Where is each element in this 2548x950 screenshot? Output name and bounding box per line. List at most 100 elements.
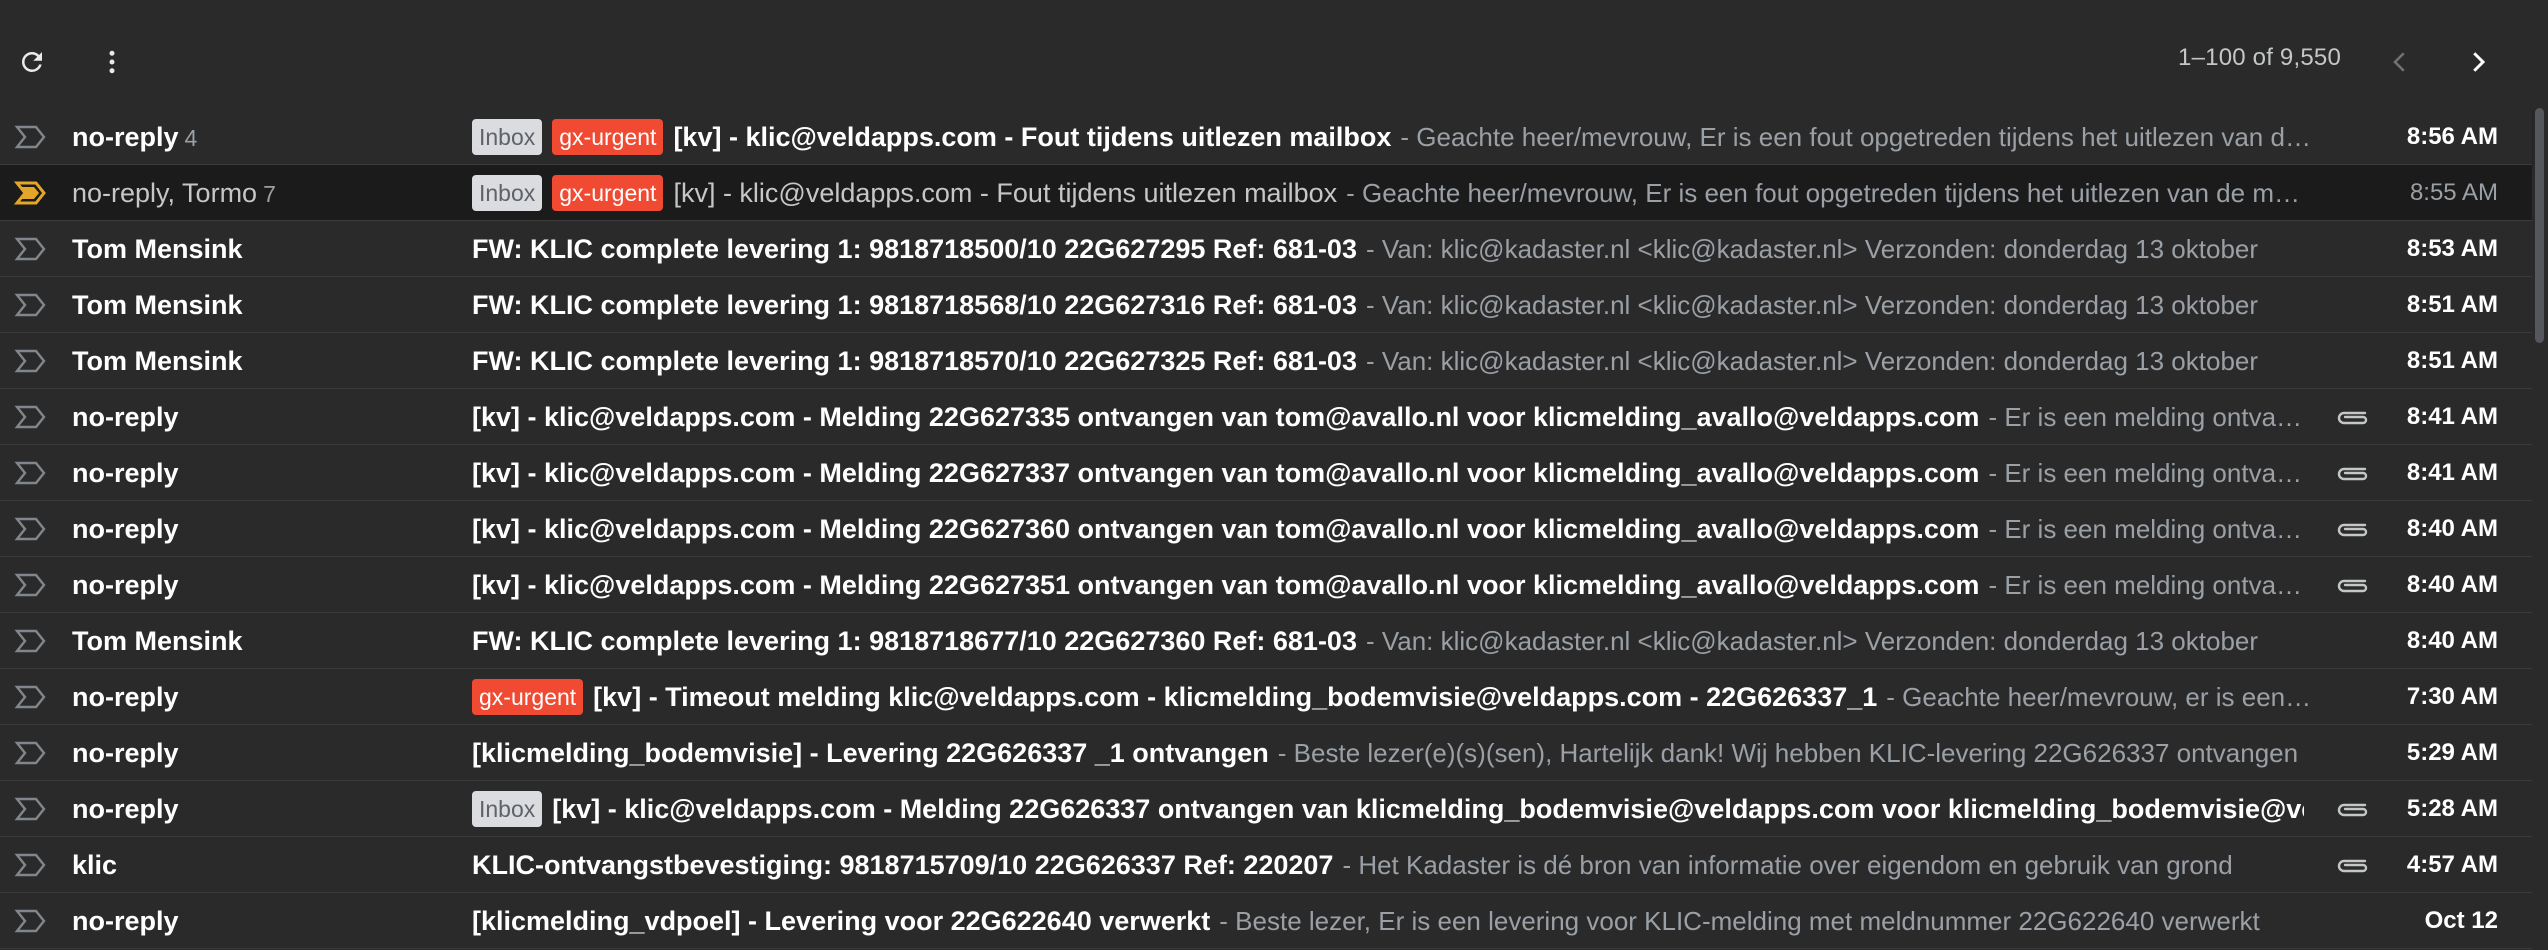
label-gx-urgent[interactable]: gx-urgent <box>552 175 664 211</box>
attachment-chip[interactable] <box>2332 459 2372 487</box>
email-sender: no-reply <box>72 389 452 445</box>
email-time: 8:41 AM <box>2406 403 2498 430</box>
attachment-chip[interactable] <box>2332 851 2372 879</box>
importance-marker-button[interactable] <box>14 291 48 319</box>
email-sender: no-reply 4 <box>72 109 452 165</box>
email-snippet: - Geachte heer/mevrouw, Er is een fout o… <box>1400 121 2312 152</box>
email-snippet: - Er is een melding ontvangen <box>1988 457 2304 488</box>
email-content: [kv] - klic@veldapps.com - Melding 22G62… <box>472 445 2304 501</box>
importance-marker-icon <box>14 461 46 485</box>
sender-name: no-reply, Tormo <box>72 178 258 208</box>
email-time: 8:51 AM <box>2406 347 2498 374</box>
sender-name: klic <box>72 850 118 880</box>
importance-marker-icon <box>14 797 46 821</box>
email-row[interactable]: no-reply [klicmelding_bodemvisie] - Lever… <box>0 725 2532 781</box>
importance-marker-icon <box>14 741 46 765</box>
importance-marker-button[interactable] <box>14 851 48 879</box>
attachment-chip[interactable] <box>2332 515 2372 543</box>
email-row[interactable]: Tom Mensink FW: KLIC complete levering 1:… <box>0 613 2532 669</box>
importance-marker-button[interactable] <box>14 795 48 823</box>
importance-marker-button[interactable] <box>14 459 48 487</box>
list-scrollbar[interactable] <box>2535 108 2544 343</box>
importance-marker-button[interactable] <box>14 347 48 375</box>
email-content: gx-urgent [kv] - Timeout melding klic@vel… <box>472 669 2312 725</box>
importance-marker-icon <box>14 125 46 149</box>
email-sender: no-reply <box>72 445 452 501</box>
email-subject: [kv] - klic@veldapps.com - Fout tijdens … <box>673 177 1338 208</box>
label-gx-urgent[interactable]: gx-urgent <box>552 119 664 155</box>
attachment-icon <box>2337 859 2368 873</box>
importance-marker-icon <box>14 685 46 709</box>
next-page-button[interactable] <box>2448 32 2508 92</box>
email-content: FW: KLIC complete levering 1: 9818718568… <box>472 277 2312 333</box>
email-sender: no-reply <box>72 501 452 557</box>
email-row[interactable]: no-reply 4 Inbox gx-urgent [kv] - klic@velda… <box>0 109 2532 165</box>
previous-page-button[interactable] <box>2370 32 2430 92</box>
sender-name: no-reply <box>72 738 179 768</box>
label-inbox[interactable]: Inbox <box>472 175 543 211</box>
email-row[interactable]: Tom Mensink FW: KLIC complete levering 1:… <box>0 277 2532 333</box>
email-sender: no-reply, Tormo 7 <box>72 165 452 221</box>
email-row[interactable]: klic KLIC-ontvangstbevestiging: 981871570… <box>0 837 2532 893</box>
email-subject: [kv] - klic@veldapps.com - Fout tijdens … <box>673 121 1392 152</box>
thread-count: 7 <box>263 181 276 207</box>
email-content: FW: KLIC complete levering 1: 9818718677… <box>472 613 2312 669</box>
sender-name: no-reply <box>72 402 179 432</box>
email-subject: [kv] - klic@veldapps.com - Melding 22G62… <box>472 457 1980 488</box>
email-row[interactable]: no-reply gx-urgent [kv] - Timeout melding … <box>0 669 2532 725</box>
importance-marker-button[interactable] <box>14 907 48 935</box>
importance-marker-icon <box>14 293 46 317</box>
importance-marker-button[interactable] <box>14 179 48 207</box>
email-time: 8:55 AM <box>2409 179 2498 206</box>
attachment-chip[interactable] <box>2332 571 2372 599</box>
importance-marker-button[interactable] <box>14 403 48 431</box>
email-row[interactable]: no-reply [kv] - klic@veldapps.com - Meldi… <box>0 501 2532 557</box>
sender-name: Tom Mensink <box>72 234 243 264</box>
sender-name: Tom Mensink <box>72 346 243 376</box>
refresh-button[interactable] <box>2 32 62 92</box>
email-row[interactable]: no-reply [kv] - klic@veldapps.com - Meldi… <box>0 445 2532 501</box>
email-sender: Tom Mensink <box>72 333 452 389</box>
email-sender: no-reply <box>72 669 452 725</box>
importance-marker-button[interactable] <box>14 683 48 711</box>
email-row[interactable]: no-reply, Tormo 7 Inbox gx-urgent [kv] - kli… <box>0 165 2532 221</box>
email-row[interactable]: no-reply [klicmelding_vdpoel] - Levering … <box>0 893 2532 949</box>
sender-name: no-reply <box>72 906 179 936</box>
email-list: no-reply 4 Inbox gx-urgent [kv] - klic@velda… <box>0 109 2532 949</box>
more-options-button[interactable] <box>82 32 142 92</box>
importance-marker-button[interactable] <box>14 571 48 599</box>
label-inbox[interactable]: Inbox <box>472 791 543 827</box>
importance-marker-button[interactable] <box>14 627 48 655</box>
email-sender: no-reply <box>72 725 452 781</box>
sender-name: no-reply <box>72 458 179 488</box>
email-content: [kv] - klic@veldapps.com - Melding 22G62… <box>472 501 2304 557</box>
email-sender: klic <box>72 837 452 893</box>
label-inbox[interactable]: Inbox <box>472 119 543 155</box>
importance-marker-button[interactable] <box>14 739 48 767</box>
email-row[interactable]: Tom Mensink FW: KLIC complete levering 1:… <box>0 221 2532 277</box>
attachment-chip[interactable] <box>2332 795 2372 823</box>
importance-marker-icon <box>14 853 46 877</box>
email-subject: [kv] - Timeout melding klic@veldapps.com… <box>593 681 1878 712</box>
attachment-icon <box>2337 411 2368 425</box>
importance-marker-button[interactable] <box>14 123 48 151</box>
email-row[interactable]: Tom Mensink FW: KLIC complete levering 1:… <box>0 333 2532 389</box>
email-row[interactable]: no-reply [kv] - klic@veldapps.com - Meldi… <box>0 389 2532 445</box>
sender-name: Tom Mensink <box>72 290 243 320</box>
email-row[interactable]: no-reply Inbox [kv] - klic@veldapps.com - … <box>0 781 2532 837</box>
email-sender: no-reply <box>72 781 452 837</box>
email-snippet: - Geachte heer/mevrouw, Er is een fout o… <box>1346 177 2312 208</box>
importance-marker-button[interactable] <box>14 235 48 263</box>
label-gx-urgent[interactable]: gx-urgent <box>472 679 584 715</box>
email-sender: no-reply <box>72 557 452 613</box>
sender-name: no-reply <box>72 794 179 824</box>
importance-marker-button[interactable] <box>14 515 48 543</box>
email-time: 5:28 AM <box>2406 795 2498 822</box>
email-content: [kv] - klic@veldapps.com - Melding 22G62… <box>472 557 2304 613</box>
email-snippet: - Beste lezer(e)(s)(sen), Hartelijk dank… <box>1277 737 2299 768</box>
attachment-chip[interactable] <box>2332 403 2372 431</box>
importance-marker-icon <box>14 181 46 205</box>
email-subject: [kv] - klic@veldapps.com - Melding 22G62… <box>472 513 1980 544</box>
email-row[interactable]: no-reply [kv] - klic@veldapps.com - Meldi… <box>0 557 2532 613</box>
importance-marker-icon <box>14 573 46 597</box>
